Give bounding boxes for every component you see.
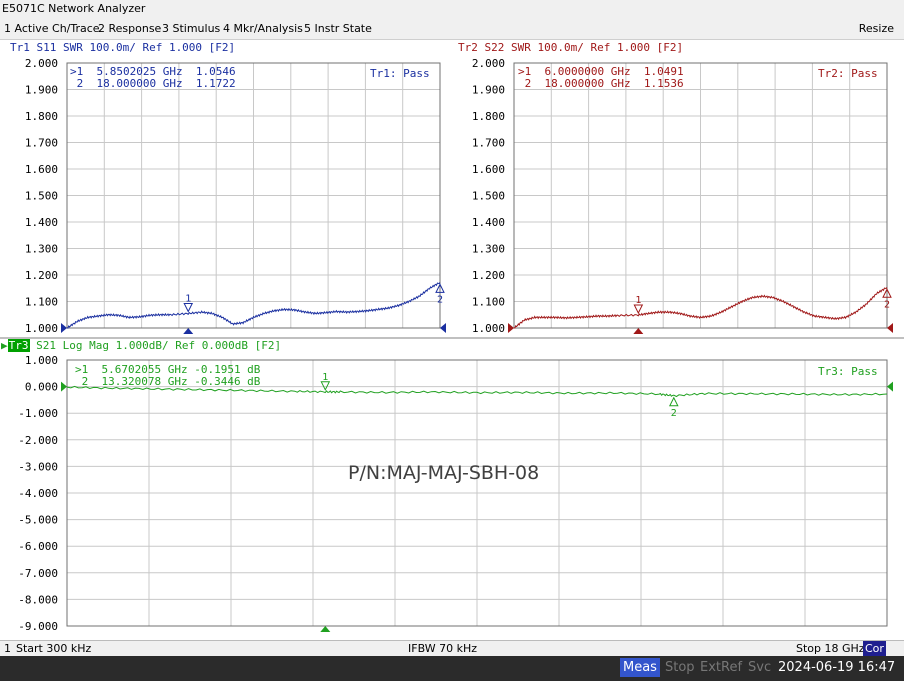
trace1-y-tick-label: 1.100 — [25, 296, 58, 309]
trace3-y-tick-label: -5.000 — [18, 514, 58, 527]
trace2-y-tick-label: 1.100 — [472, 296, 505, 309]
trace1-y-tick-label: 1.700 — [25, 137, 58, 150]
trace1-y-tick-label: 1.800 — [25, 110, 58, 123]
trace2-y-tick-label: 1.400 — [472, 216, 505, 229]
stop-indicator: Stop — [665, 660, 695, 675]
trace1-y-tick-label: 1.200 — [25, 269, 58, 282]
trace1-y-tick-label: 1.300 — [25, 243, 58, 256]
trace2-marker2-label: 2 — [884, 299, 890, 310]
trace3-y-tick-label: -8.000 — [18, 593, 58, 606]
trace3-marker2-label: 2 — [671, 408, 677, 419]
trace3-y-tick-label: -7.000 — [18, 567, 58, 580]
trace3-y-tick-label: 0.000 — [25, 381, 58, 394]
trace2-header[interactable]: Tr2 S22 SWR 100.0m/ Ref 1.000 [F2] — [458, 41, 683, 54]
trace1-y-tick-label: 2.000 — [25, 57, 58, 70]
trace2-y-tick-label: 1.300 — [472, 243, 505, 256]
trace1-marker2-readout: 2 18.000000 GHz 1.1722 — [70, 77, 236, 90]
trace1-marker1-label: 1 — [185, 294, 191, 305]
trace3-y-tick-label: -2.000 — [18, 434, 58, 447]
trace3-marker1-label: 1 — [322, 372, 328, 383]
trace2-y-tick-label: 2.000 — [472, 57, 505, 70]
trace3-y-tick-label: -3.000 — [18, 460, 58, 473]
trace3-y-tick-label: 1.000 — [25, 354, 58, 367]
trace3-y-tick-label: -4.000 — [18, 487, 58, 500]
trace2-pass-status: Tr2: Pass — [818, 67, 878, 80]
trace3-header-row[interactable]: ▶Tr3 S21 Log Mag 1.000dB/ Ref 0.000dB [F… — [1, 339, 281, 352]
trace1-y-tick-label: 1.000 — [25, 322, 58, 335]
trace3-header: S21 Log Mag 1.000dB/ Ref 0.000dB [F2] — [36, 339, 282, 352]
trace2-y-tick-label: 1.500 — [472, 190, 505, 203]
correction-indicator: Cor — [863, 641, 886, 656]
trace2-y-tick-label: 1.700 — [472, 137, 505, 150]
trace1-y-tick-label: 1.400 — [25, 216, 58, 229]
instrument-status-bar: Meas Stop ExtRef Svc 2024-06-19 16:47 — [0, 656, 904, 681]
status-bar: 1 Start 300 kHz IFBW 70 kHz Stop 18 GHz … — [0, 640, 904, 656]
channel-number[interactable]: 1 — [4, 641, 11, 656]
svc-indicator: Svc — [748, 660, 772, 675]
trace3-y-tick-label: -6.000 — [18, 540, 58, 553]
extref-indicator: ExtRef — [700, 660, 743, 675]
trace2-y-tick-label: 1.600 — [472, 163, 505, 176]
trace1-y-tick-label: 1.900 — [25, 84, 58, 97]
trace3-pass-status: Tr3: Pass — [818, 365, 878, 378]
trace1-pass-status: Tr1: Pass — [370, 67, 430, 80]
trace3-y-tick-label: -1.000 — [18, 407, 58, 420]
trace1-header[interactable]: Tr1 S11 SWR 100.0m/ Ref 1.000 [F2] — [10, 41, 235, 54]
start-frequency[interactable]: Start 300 kHz — [16, 641, 91, 656]
meas-indicator: Meas — [620, 658, 660, 677]
trace2-y-tick-label: 1.200 — [472, 269, 505, 282]
trace1-y-tick-label: 1.500 — [25, 190, 58, 203]
trace2-y-tick-label: 1.900 — [472, 84, 505, 97]
trace2-marker2-readout: 2 18.000000 GHz 1.1536 — [518, 77, 684, 90]
trace1-marker2-label: 2 — [437, 294, 443, 305]
trace3-tag[interactable]: Tr3 — [7, 339, 30, 352]
stop-frequency[interactable]: Stop 18 GHz — [796, 641, 865, 656]
trace1-y-tick-label: 1.600 — [25, 163, 58, 176]
trace2-marker1-label: 1 — [635, 295, 641, 306]
part-number-annotation: P/N:MAJ-MAJ-SBH-08 — [348, 462, 540, 484]
trace3-marker2-readout: 2 13.320078 GHz -0.3446 dB — [75, 375, 261, 388]
datetime: 2024-06-19 16:47 — [778, 660, 896, 675]
trace2-y-tick-label: 1.800 — [472, 110, 505, 123]
trace2-y-tick-label: 1.000 — [472, 322, 505, 335]
ifbw[interactable]: IFBW 70 kHz — [408, 641, 477, 656]
trace3-y-tick-label: -9.000 — [18, 620, 58, 633]
